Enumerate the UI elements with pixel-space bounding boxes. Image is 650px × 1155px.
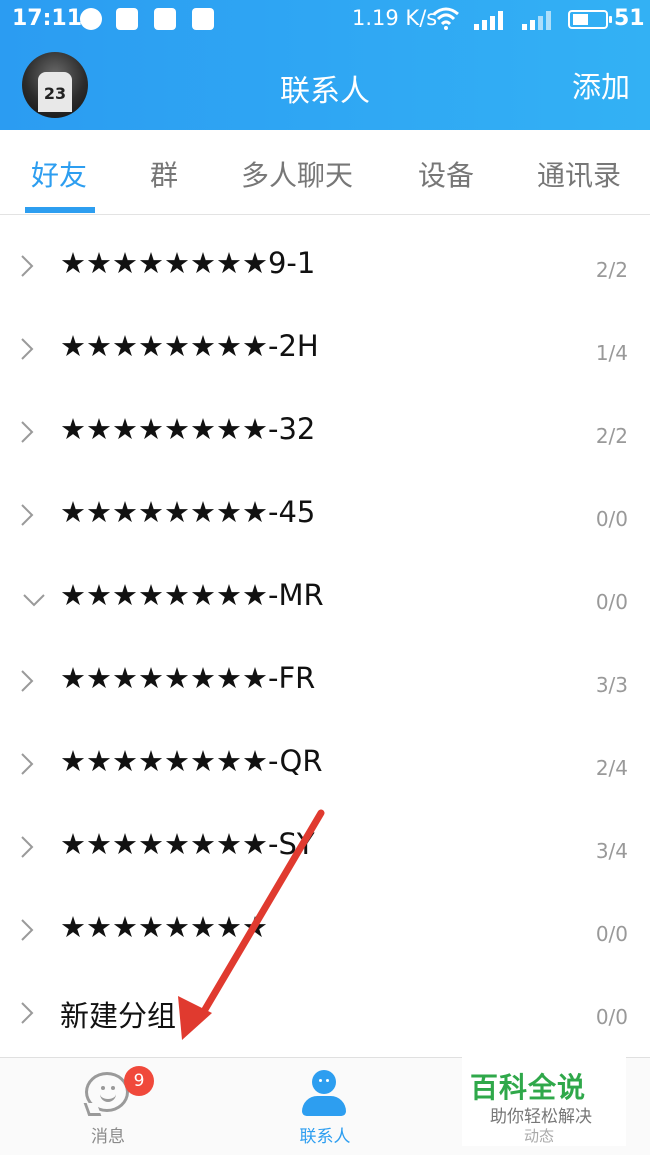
chat-bubble-icon — [80, 8, 102, 30]
group-online-count: 0/0 — [595, 922, 628, 946]
group-name: ★★★★★★★★-45 — [60, 495, 316, 529]
chevron-right-icon — [19, 669, 35, 692]
status-time: 17:11 — [12, 6, 83, 31]
active-tab-indicator — [25, 207, 95, 213]
group-online-count: 3/3 — [595, 673, 628, 697]
tab-devices[interactable]: 设备 — [418, 154, 474, 194]
status-bar: 17:11 1.19 K/s 51 — [0, 0, 650, 40]
group-name: ★★★★★★★★9-1 — [60, 246, 316, 280]
watermark-subtitle: 助你轻松解决 — [490, 1107, 592, 1127]
group-name: ★★★★★★★★-SY — [60, 827, 315, 861]
chevron-down-icon — [22, 592, 45, 608]
group-online-count: 0/0 — [595, 507, 628, 531]
nav-contacts-label: 联系人 — [299, 1127, 351, 1147]
chevron-right-icon — [19, 420, 35, 443]
group-online-count: 2/4 — [595, 756, 628, 780]
chevron-right-icon — [19, 835, 35, 858]
message-icon — [85, 1072, 129, 1112]
group-name: ★★★★★★★★-FR — [60, 661, 316, 695]
group-online-count: 2/2 — [595, 258, 628, 282]
chevron-right-icon — [19, 503, 35, 526]
chevron-right-icon — [19, 254, 35, 277]
tab-address-book[interactable]: 通讯录 — [537, 154, 621, 194]
unread-badge: 9 — [124, 1066, 154, 1096]
alipay-icon — [116, 8, 138, 30]
battery-percent: 51 — [614, 6, 645, 31]
chevron-right-icon — [19, 752, 35, 775]
tab-bar: 好友 群 多人聊天 设备 通讯录 — [0, 130, 650, 215]
nav-dynamic-label-obscured: 动态 — [524, 1127, 555, 1145]
group-row[interactable]: ★★★★★★★★-32 2/2 — [0, 394, 650, 477]
tab-multi-chat[interactable]: 多人聊天 — [241, 154, 353, 194]
nav-contacts[interactable]: 联系人 — [217, 1058, 433, 1155]
group-online-count: 3/4 — [595, 839, 628, 863]
group-name: 新建分组 — [60, 999, 177, 1033]
nav-messages[interactable]: 9 消息 — [0, 1058, 216, 1155]
network-speed: 1.19 K/s — [352, 6, 438, 30]
group-row[interactable]: ★★★★★★★★ 0/0 — [0, 892, 650, 975]
group-row[interactable]: ★★★★★★★★-SY 3/4 — [0, 809, 650, 892]
group-row[interactable]: ★★★★★★★★-FR 3/3 — [0, 643, 650, 726]
group-row[interactable]: ★★★★★★★★-QR 2/4 — [0, 726, 650, 809]
app-header: 17:11 1.19 K/s 51 23 联系人 添加 — [0, 0, 650, 130]
group-row[interactable]: ★★★★★★★★-2H 1/4 — [0, 311, 650, 394]
nav-messages-label: 消息 — [91, 1127, 125, 1147]
wifi-icon — [432, 6, 460, 36]
chevron-right-icon — [19, 337, 35, 360]
group-online-count: 0/0 — [595, 1005, 628, 1029]
chevron-right-icon — [19, 1001, 35, 1024]
add-button[interactable]: 添加 — [572, 64, 630, 106]
app-icon — [192, 8, 214, 30]
signal-icon — [522, 10, 556, 30]
watermark-title: 百科全说 — [470, 1071, 587, 1104]
group-online-count: 0/0 — [595, 590, 628, 614]
4g-signal-icon — [474, 10, 508, 30]
group-online-count: 2/2 — [595, 424, 628, 448]
group-row[interactable]: ★★★★★★★★-45 0/0 — [0, 477, 650, 560]
battery-icon — [568, 10, 612, 29]
group-name: ★★★★★★★★-QR — [60, 744, 323, 778]
tab-friends[interactable]: 好友 — [31, 154, 87, 194]
group-name: ★★★★★★★★-MR — [60, 578, 324, 612]
group-row[interactable]: ★★★★★★★★9-1 2/2 — [0, 228, 650, 311]
group-row[interactable]: ★★★★★★★★-MR 0/0 — [0, 560, 650, 643]
chevron-right-icon — [19, 918, 35, 941]
page-title: 联系人 — [280, 74, 370, 109]
contacts-icon — [300, 1070, 348, 1118]
mail-icon — [154, 8, 176, 30]
group-name: ★★★★★★★★ — [60, 910, 268, 944]
tab-groups[interactable]: 群 — [150, 154, 178, 194]
group-online-count: 1/4 — [595, 341, 628, 365]
friend-group-list: ★★★★★★★★9-1 2/2 ★★★★★★★★-2H 1/4 ★★★★★★★★-32 2… — [0, 228, 650, 1058]
watermark: 百科全说 助你轻松解决 动态 — [462, 1046, 626, 1146]
group-name: ★★★★★★★★-32 — [60, 412, 316, 446]
group-name: ★★★★★★★★-2H — [60, 329, 319, 363]
